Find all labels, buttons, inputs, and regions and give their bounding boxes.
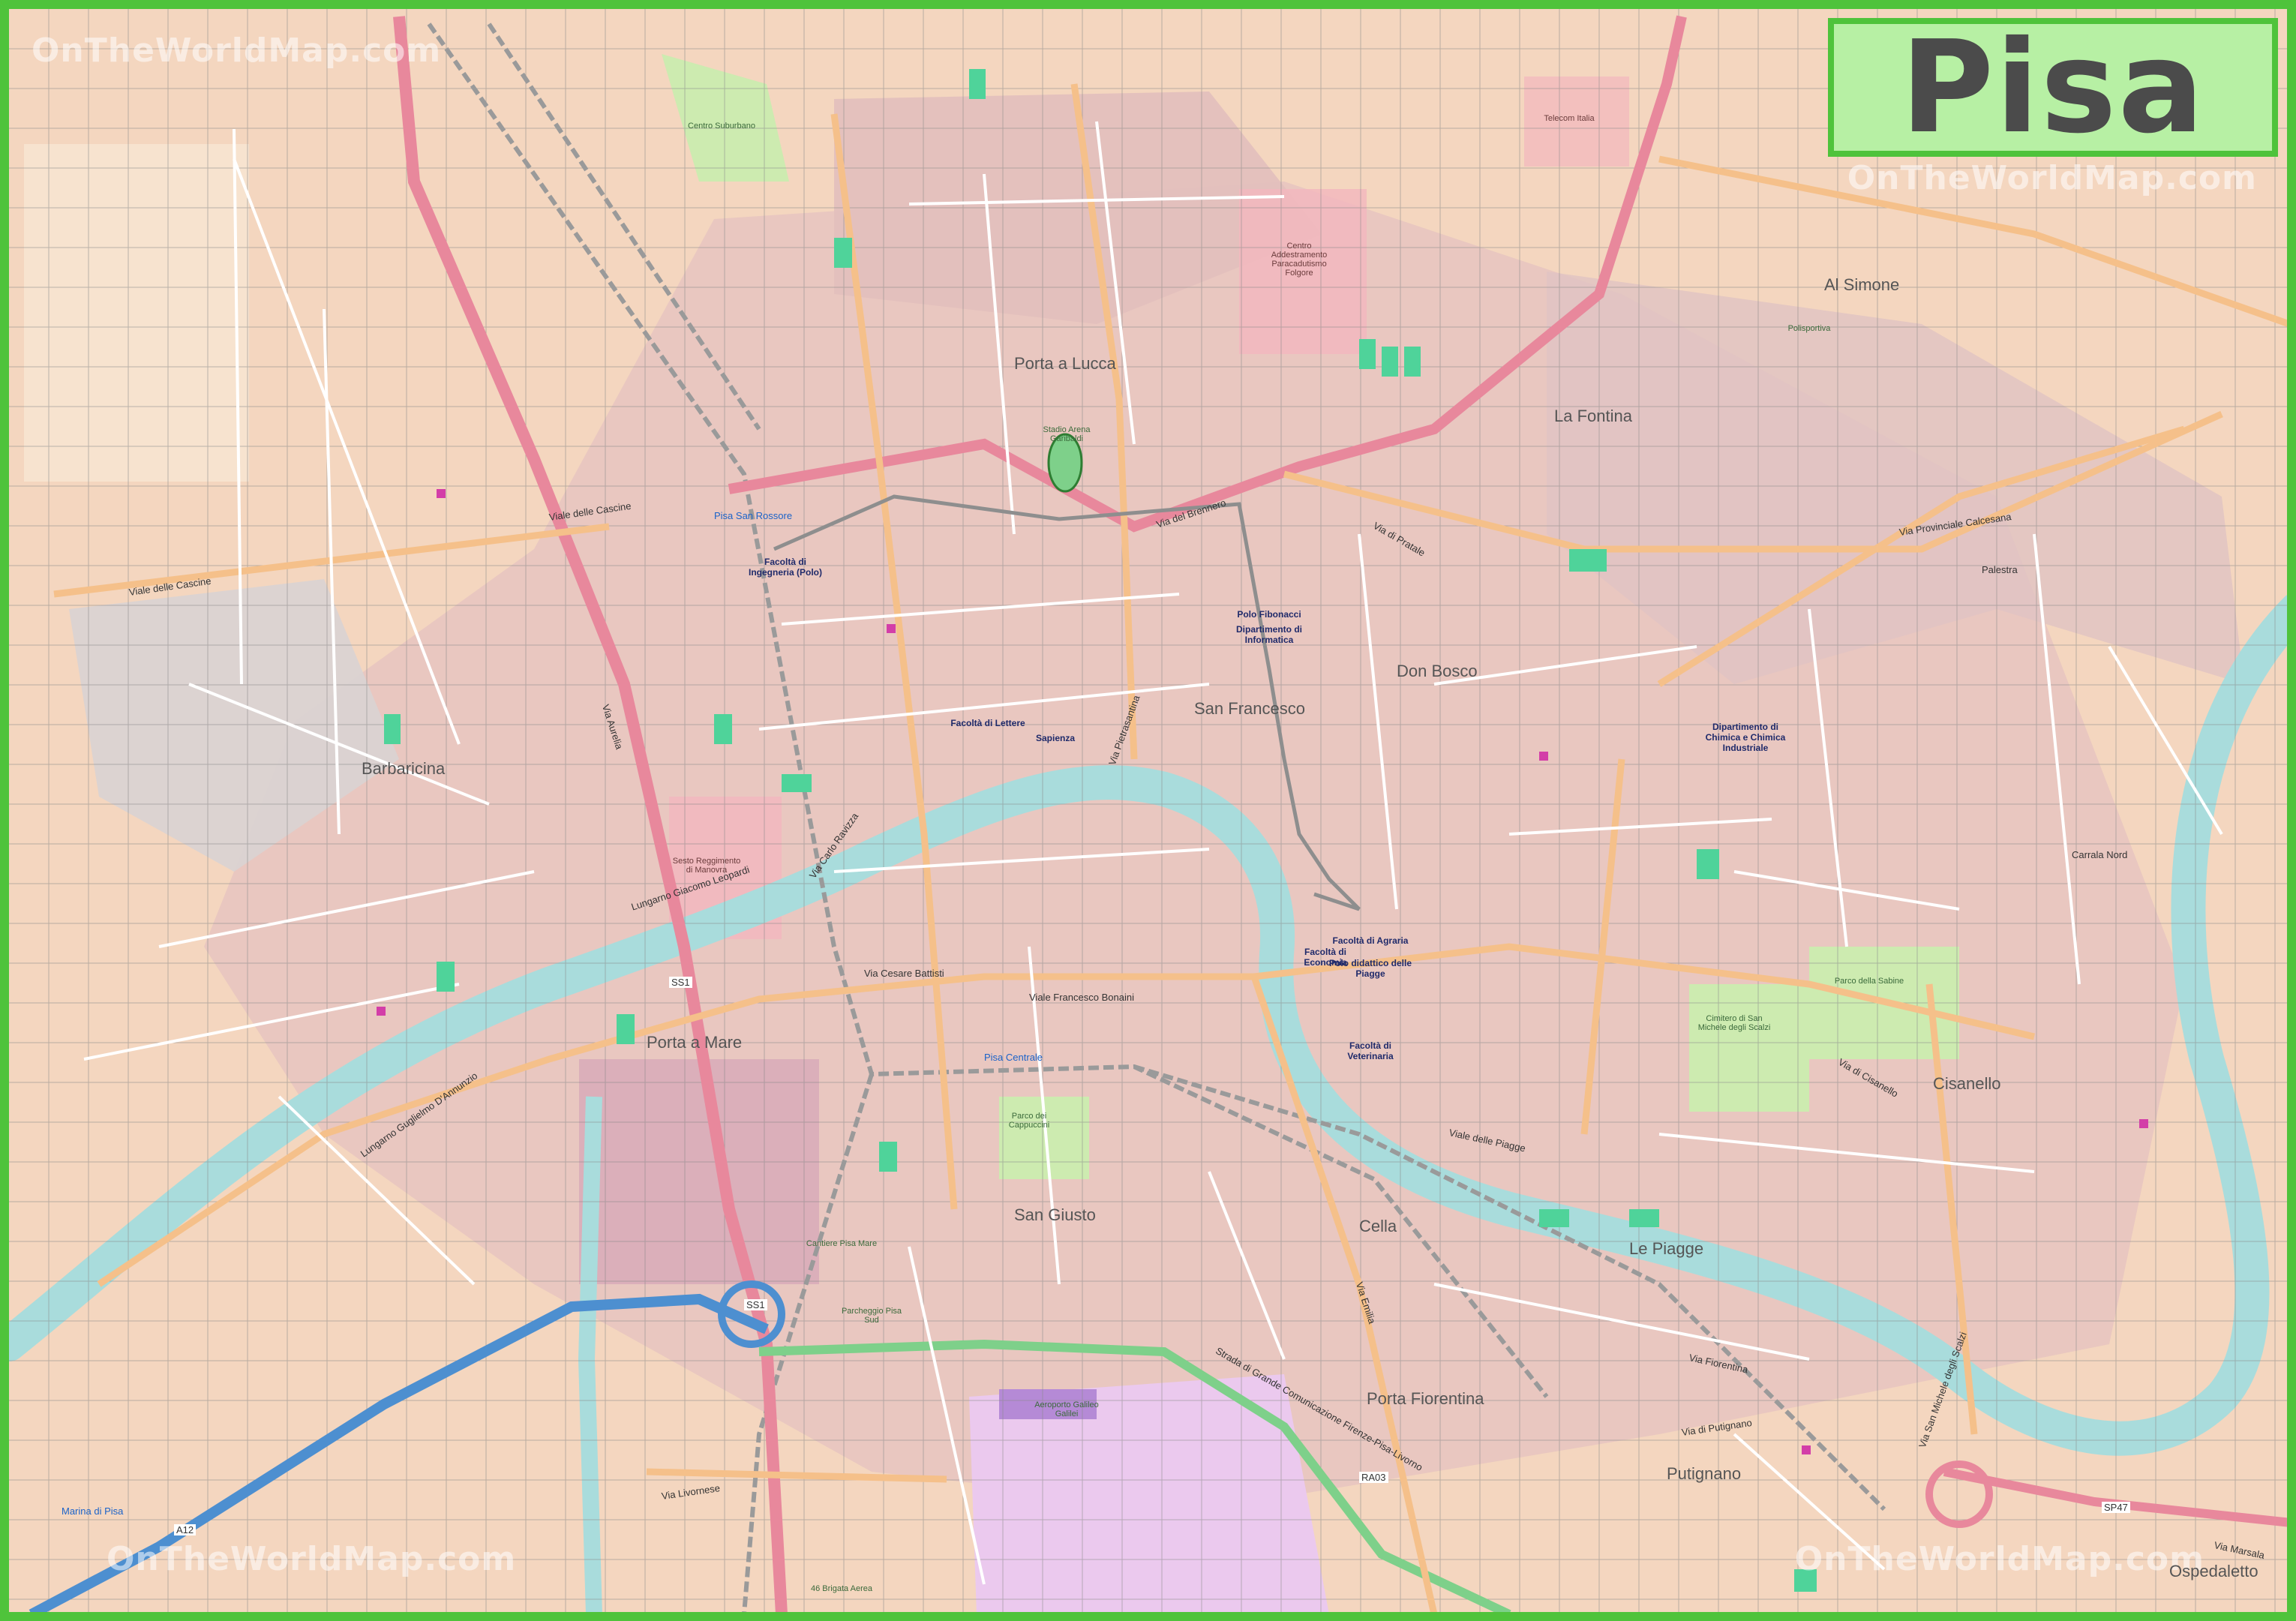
- district-don-bosco: Don Bosco: [1397, 662, 1478, 680]
- watermark-bottom-right: OnTheWorldMap.com: [1794, 1540, 2204, 1578]
- poi-label-polo-didattico: Polo didattico delle Piagge: [1329, 958, 1412, 979]
- poi-label-centro-suburbano: Centro Suburbano: [688, 122, 755, 131]
- map-title: Pisa: [1900, 13, 2206, 162]
- poi-label-polisportiva: Polisportiva: [1787, 324, 1831, 333]
- poi-label-carrara-nord: Carrala Nord: [2072, 849, 2128, 860]
- district-porta-a-mare: Porta a Mare: [647, 1033, 743, 1052]
- road-ref-a12: A12: [174, 1524, 197, 1535]
- map-canvas[interactable]: [9, 9, 2296, 1621]
- watermark-top-left: OnTheWorldMap.com: [32, 32, 442, 70]
- poi-label-centro-addestramento: Centro Addestramento Paracadutismo Folgo…: [1271, 242, 1328, 278]
- map-frame: Pisa OnTheWorldMap.com OnTheWorldMap.com…: [0, 0, 2296, 1621]
- poi-label-lettere: Facoltà di Lettere: [950, 718, 1025, 728]
- road-ref-ss1-b: SS1: [744, 1299, 767, 1310]
- district-san-giusto: San Giusto: [1014, 1205, 1096, 1224]
- district-le-piagge: Le Piagge: [1629, 1239, 1704, 1258]
- poi-label-veterinaria: Facoltà di Veterinaria: [1347, 1040, 1394, 1061]
- district-putignano: Putignano: [1667, 1464, 1742, 1483]
- poi-label-palestra: Palestra: [1982, 564, 2018, 575]
- poi-label-sapienza: Sapienza: [1035, 733, 1076, 743]
- station-label-pisa-centrale: Pisa Centrale: [984, 1052, 1043, 1063]
- road-ref-sp47: SP47: [2102, 1502, 2130, 1513]
- district-cella: Cella: [1359, 1217, 1397, 1235]
- road-ref-sgc: RA03: [1359, 1472, 1388, 1483]
- poi-label-informatica: Dipartimento di Informatica: [1235, 624, 1302, 645]
- district-san-francesco: San Francesco: [1194, 699, 1305, 718]
- poi-label-agraria: Facoltà di Agraria: [1332, 935, 1409, 946]
- poi-label-stadio: Stadio Arena Garibaldi: [1043, 425, 1091, 443]
- poi-label-brigata: 46 Brigata Aerea: [811, 1584, 872, 1593]
- farmland-west: [24, 144, 249, 482]
- watermark-top-right: OnTheWorldMap.com: [1847, 159, 2257, 197]
- poi-label-ingegneria: Facoltà di Ingegneria (Polo): [748, 557, 822, 578]
- district-cisanello: Cisanello: [1933, 1074, 2001, 1093]
- poi-label-fibonacci: Polo Fibonacci: [1237, 609, 1301, 620]
- district-porta-a-lucca: Porta a Lucca: [1014, 354, 1116, 373]
- poi-label-aeroporto: Aeroporto Galileo Galilei: [1034, 1400, 1099, 1418]
- district-barbaricina: Barbaricina: [362, 759, 446, 778]
- station-label-san-rossore: Pisa San Rossore: [714, 510, 793, 521]
- industrial-rail-south: [579, 1059, 819, 1284]
- poi-label-cantiere: Cantiere Pisa Mare: [806, 1239, 878, 1248]
- poi-label-marina: Marina di Pisa: [62, 1505, 124, 1517]
- poi-label-chimica: Dipartimento di Chimica e Chimica Indust…: [1705, 722, 1786, 753]
- canal-navicelli: [578, 1096, 602, 1612]
- district-porta-fiorentina: Porta Fiorentina: [1367, 1389, 1484, 1408]
- district-al-simone: Al Simone: [1824, 275, 1900, 294]
- district-ospedaletto: Ospedaletto: [2169, 1562, 2258, 1580]
- district-la-fontina: La Fontina: [1554, 407, 1632, 425]
- street-label-cesare-battisti: Via Cesare Battisti: [864, 968, 944, 979]
- road-ref-ss1-a: SS1: [669, 977, 692, 988]
- poi-label-cimitero: Cimitero di San Michele degli Scalzi: [1697, 1014, 1771, 1032]
- poi-label-cappuccini: Parco dei Cappuccini: [1008, 1112, 1050, 1130]
- poi-label-parco-sabine: Parco della Sabine: [1834, 977, 1904, 986]
- watermark-bottom-left: OnTheWorldMap.com: [107, 1540, 517, 1578]
- poi-label-sesto-reggimento: Sesto Reggimento di Manovra: [672, 857, 741, 875]
- street-label-viale-bonaini: Viale Francesco Bonaini: [1029, 992, 1134, 1003]
- poi-label-parcheggio: Parcheggio Pisa Sud: [841, 1307, 902, 1325]
- map-title-box: Pisa: [1828, 14, 2278, 162]
- poi-label-telecom: Telecom Italia: [1544, 114, 1595, 123]
